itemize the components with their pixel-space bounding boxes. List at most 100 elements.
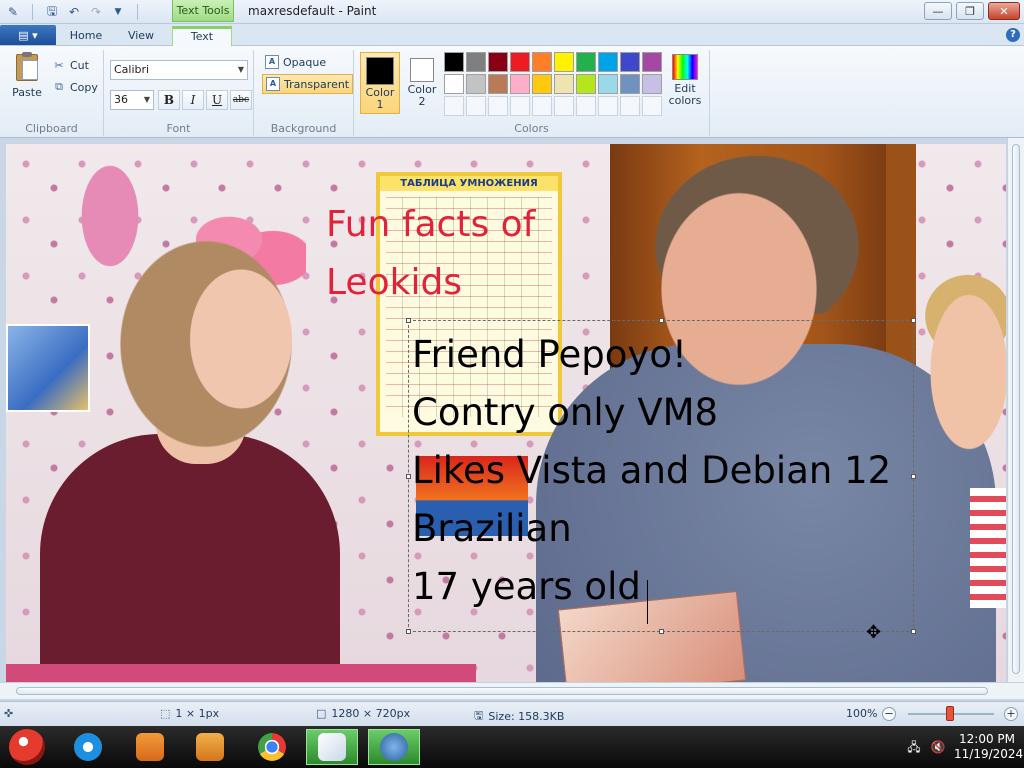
palette-swatch-empty[interactable] <box>642 96 662 116</box>
font-family-select[interactable]: Calibri ▼ <box>110 60 248 80</box>
start-button[interactable] <box>2 727 52 767</box>
canvas-image[interactable]: ТАБЛИЦА УМНОЖЕНИЯ Fun facts of Leokids F <box>6 144 1006 682</box>
resize-handle[interactable] <box>659 629 664 634</box>
palette-swatch[interactable] <box>576 52 596 72</box>
palette-swatch-empty[interactable] <box>444 96 464 116</box>
italic-button[interactable]: I <box>182 90 204 110</box>
paint-taskbar-button[interactable] <box>306 729 358 765</box>
font-format-buttons: B I U abc <box>158 90 252 110</box>
color1-swatch <box>366 57 394 85</box>
palette-swatch-empty[interactable] <box>554 96 574 116</box>
image-size: □ 1280 × 720px <box>316 707 410 720</box>
resize-handle[interactable] <box>406 474 411 479</box>
resize-handle[interactable] <box>406 629 411 634</box>
ribbon-tabs: ▤ ▾ Home View Text ? <box>0 24 1024 46</box>
text-line: 17 years old <box>412 565 641 608</box>
color1-button[interactable]: Color 1 <box>360 52 400 114</box>
palette-swatch[interactable] <box>488 74 508 94</box>
resize-handle[interactable] <box>911 474 916 479</box>
close-button[interactable]: ✕ <box>988 2 1020 20</box>
edit-colors-line2: colors <box>668 94 702 107</box>
color2-button[interactable]: Color 2 <box>404 52 440 114</box>
pink-bag <box>6 664 476 682</box>
palette-swatch[interactable] <box>444 74 464 94</box>
font-size-select[interactable]: 36 ▼ <box>110 90 154 110</box>
palette-swatch[interactable] <box>532 74 552 94</box>
palette-swatch-empty[interactable] <box>576 96 596 116</box>
vertical-scrollbar[interactable] <box>1007 138 1024 682</box>
palette-swatch[interactable] <box>510 52 530 72</box>
palette-swatch-empty[interactable] <box>488 96 508 116</box>
minimize-button[interactable]: — <box>924 2 952 20</box>
palette-swatch[interactable] <box>488 52 508 72</box>
palette-swatch[interactable] <box>598 52 618 72</box>
resize-handle[interactable] <box>659 318 664 323</box>
tab-view[interactable]: View <box>114 26 168 46</box>
palette-swatch[interactable] <box>466 74 486 94</box>
resize-handle[interactable] <box>406 318 411 323</box>
palette-swatch[interactable] <box>620 74 640 94</box>
help-icon[interactable]: ? <box>1006 28 1020 42</box>
internet-explorer-button[interactable] <box>62 729 114 765</box>
palette-swatch[interactable] <box>510 74 530 94</box>
edit-colors-button[interactable]: Edit colors <box>668 54 702 107</box>
volume-muted-icon[interactable]: 🔇 <box>930 739 946 755</box>
paint-app-icon[interactable]: ✎ <box>4 3 22 21</box>
tab-home[interactable]: Home <box>62 26 110 46</box>
zoom-in-button[interactable]: + <box>1004 707 1018 721</box>
network-icon[interactable]: 🖧 <box>906 739 922 755</box>
cursor-position: ✜ <box>4 707 13 720</box>
bold-button[interactable]: B <box>158 90 180 110</box>
resize-handle[interactable] <box>911 318 916 323</box>
maximize-button[interactable]: ❐ <box>956 2 984 20</box>
opaque-button[interactable]: A Opaque <box>262 52 329 72</box>
tab-text[interactable]: Text <box>172 26 232 46</box>
cut-button[interactable]: ✂ Cut <box>52 56 89 74</box>
zoom-out-button[interactable]: − <box>882 707 896 721</box>
media-player-button[interactable] <box>184 729 236 765</box>
horizontal-scroll-thumb[interactable] <box>16 687 988 695</box>
copy-button[interactable]: ⧉ Copy <box>52 78 98 96</box>
chevron-down-icon[interactable]: ▼ <box>109 3 127 21</box>
palette-swatch[interactable] <box>642 74 662 94</box>
close-icon: ✕ <box>999 4 1009 18</box>
palette-swatch[interactable] <box>444 52 464 72</box>
vmware-taskbar-button[interactable] <box>368 729 420 765</box>
palette-swatch-empty[interactable] <box>532 96 552 116</box>
strikethrough-button[interactable]: abc <box>230 90 252 110</box>
resize-handle[interactable] <box>911 629 916 634</box>
palette-swatch[interactable] <box>576 74 596 94</box>
opaque-icon: A <box>265 55 279 69</box>
palette-swatch-empty[interactable] <box>620 96 640 116</box>
image-size-value: 1280 × 720px <box>331 707 411 720</box>
palette-swatch[interactable] <box>532 52 552 72</box>
file-explorer-button[interactable] <box>124 729 176 765</box>
clock-date: 11/19/2024 <box>954 747 1024 761</box>
text-box-content[interactable]: Friend Pepoyo! Contry only VM8 Likes Vis… <box>412 326 891 616</box>
chrome-button[interactable] <box>246 729 298 765</box>
save-icon[interactable]: 🖫 <box>43 3 61 21</box>
transparent-button[interactable]: A Transparent <box>262 74 354 94</box>
palette-swatch[interactable] <box>642 52 662 72</box>
palette-swatch[interactable] <box>466 52 486 72</box>
horizontal-scrollbar[interactable] <box>0 682 1024 699</box>
palette-swatch[interactable] <box>554 74 574 94</box>
colors-group-label: Colors <box>514 122 549 135</box>
palette-swatch[interactable] <box>620 52 640 72</box>
paint-menu-button[interactable]: ▤ ▾ <box>0 25 56 45</box>
color-palette <box>444 52 662 116</box>
palette-swatch-empty[interactable] <box>510 96 530 116</box>
palette-swatch[interactable] <box>598 74 618 94</box>
redo-icon[interactable]: ↷ <box>87 3 105 21</box>
palette-swatch[interactable] <box>554 52 574 72</box>
paste-button[interactable]: Paste <box>8 52 46 106</box>
vertical-scroll-thumb[interactable] <box>1012 144 1020 674</box>
vmware-icon <box>380 733 408 761</box>
underline-button[interactable]: U <box>206 90 228 110</box>
clock[interactable]: 12:00 PM 11/19/2024 <box>954 732 1024 762</box>
palette-swatch-empty[interactable] <box>466 96 486 116</box>
undo-icon[interactable]: ↶ <box>65 3 83 21</box>
palette-swatch-empty[interactable] <box>598 96 618 116</box>
zoom-slider-thumb[interactable] <box>946 706 954 721</box>
file-size-value: Size: 158.3KB <box>488 710 565 723</box>
